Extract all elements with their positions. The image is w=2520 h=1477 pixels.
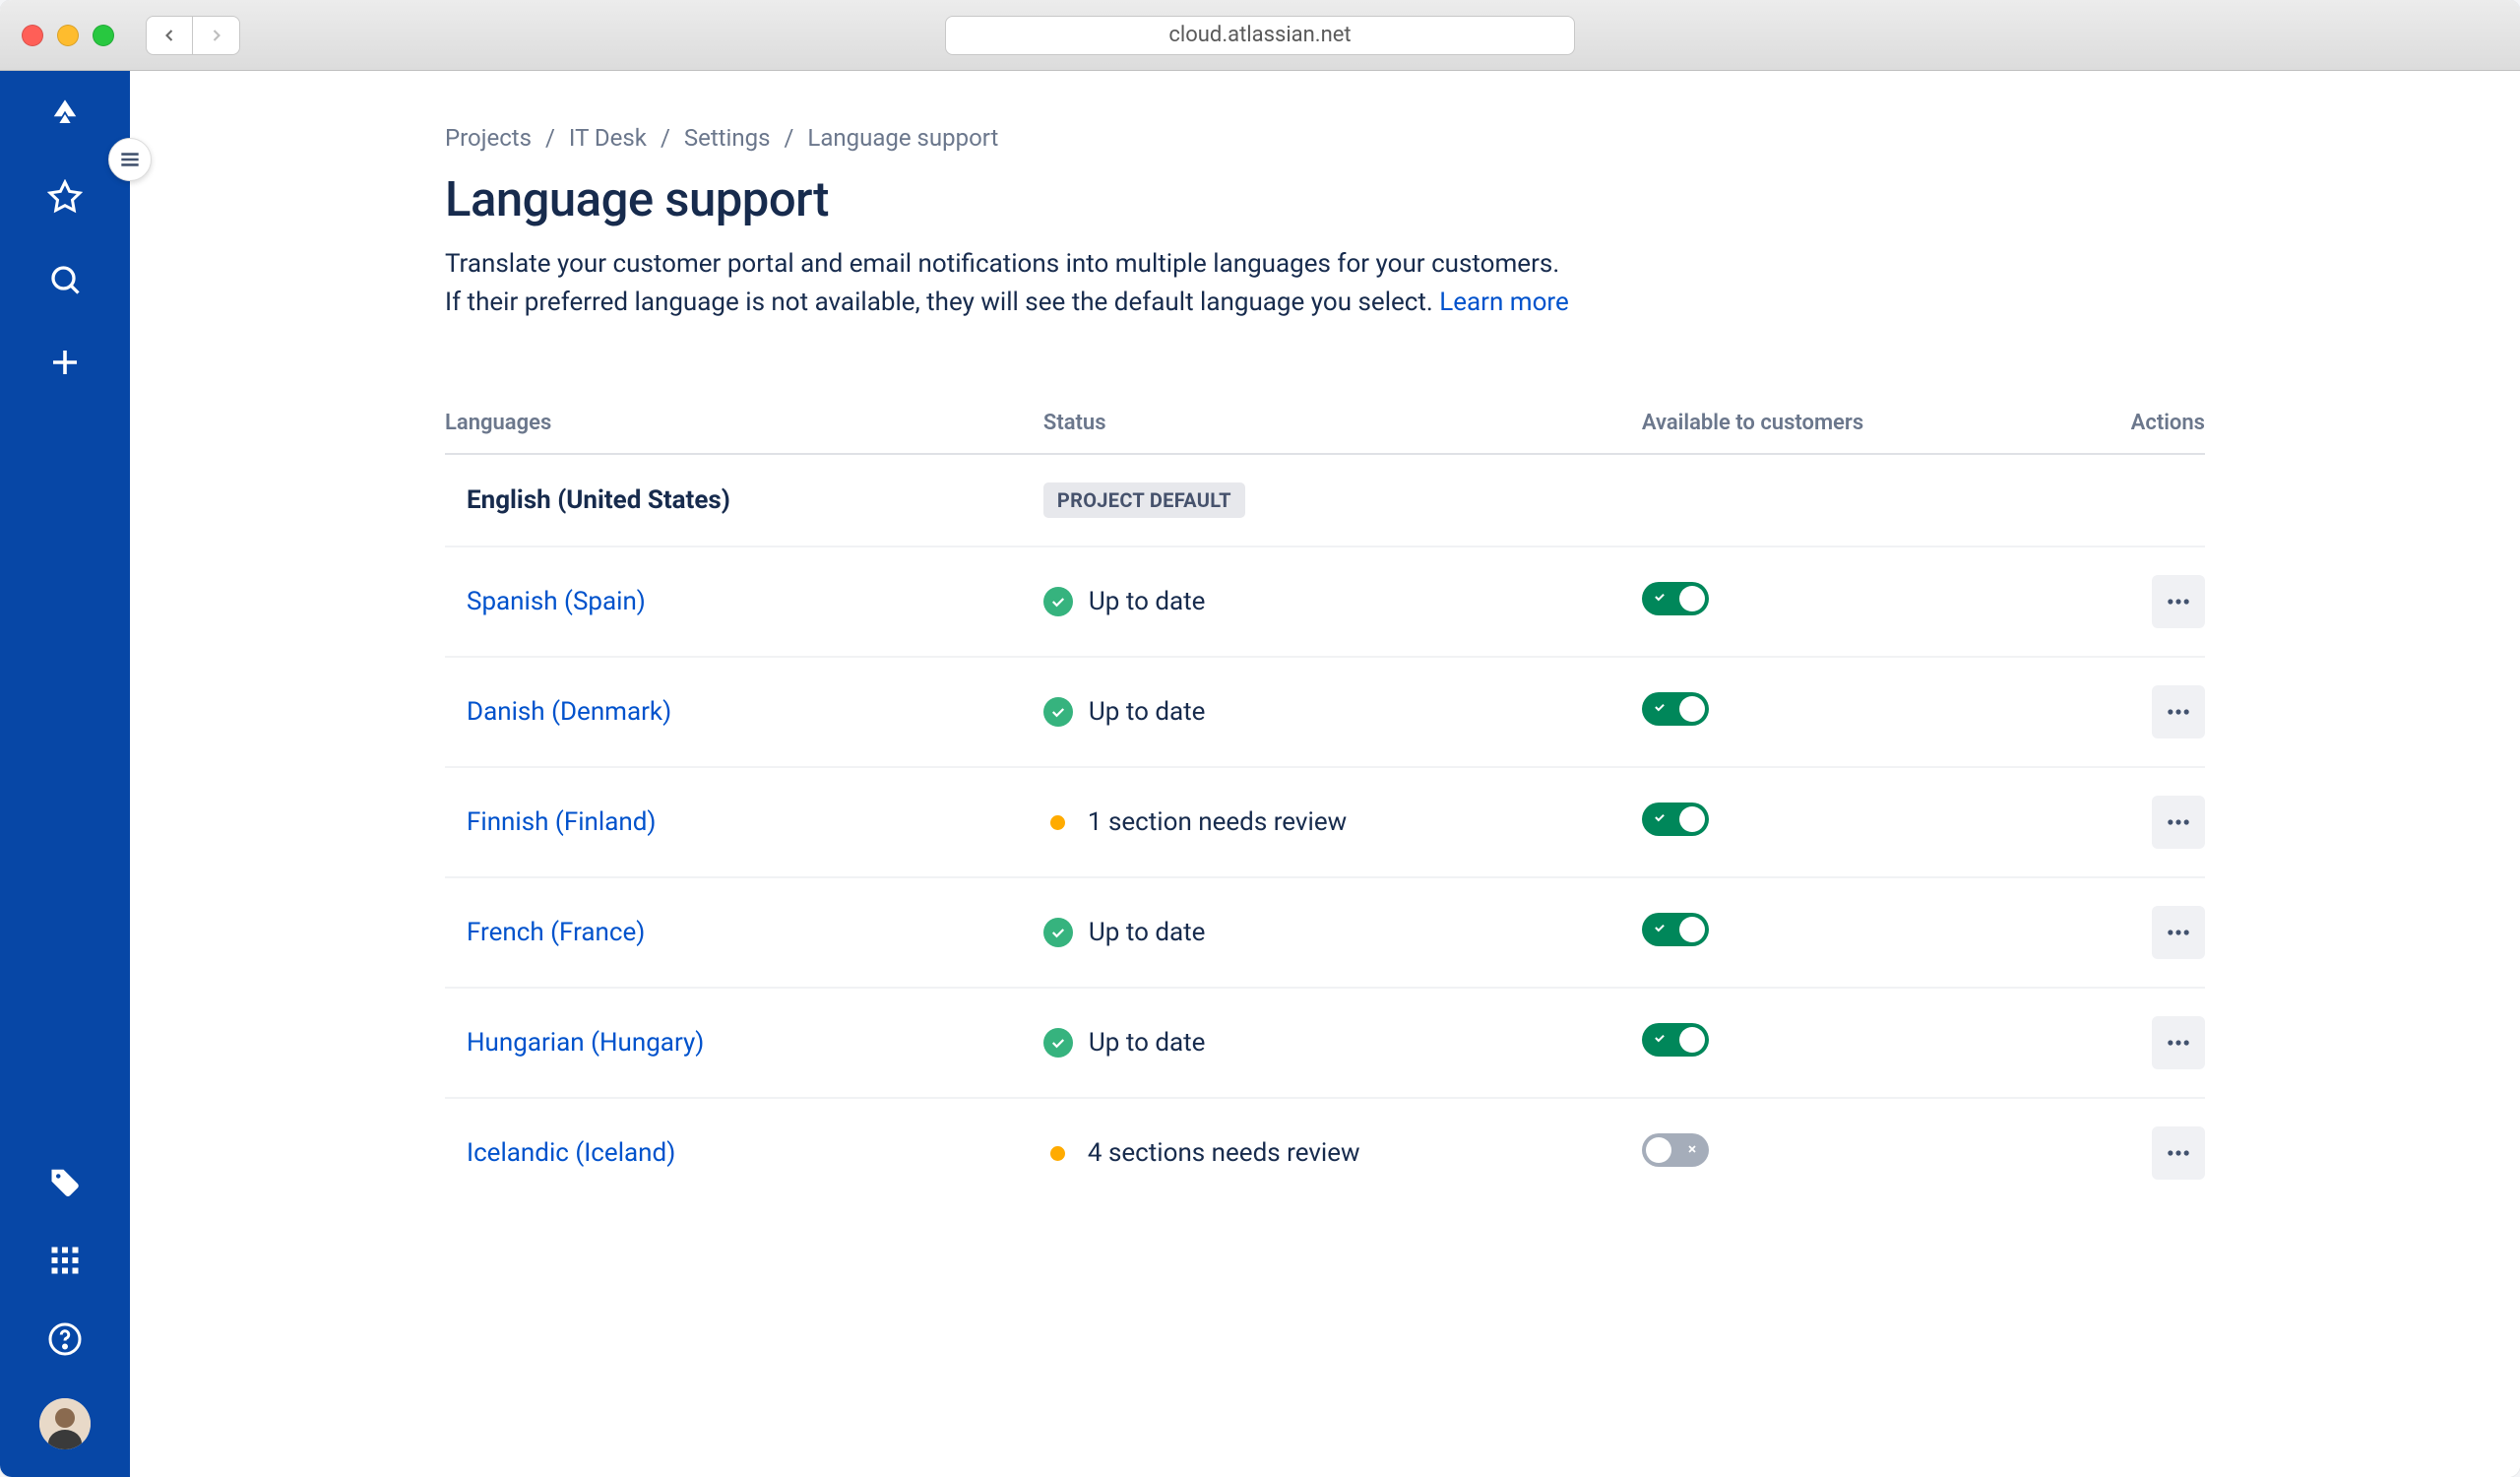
- url-text: cloud.atlassian.net: [1168, 23, 1351, 47]
- breadcrumb-link[interactable]: Projects: [445, 124, 532, 152]
- language-link[interactable]: Finnish (Finland): [445, 807, 656, 837]
- table-row: Danish (Denmark) Up to date: [445, 657, 2205, 767]
- minimize-window-button[interactable]: [57, 25, 79, 46]
- description-text: Translate your customer portal and email…: [445, 249, 1559, 279]
- table-row: French (France) Up to date: [445, 877, 2205, 988]
- language-link[interactable]: Hungarian (Hungary): [445, 1028, 704, 1058]
- breadcrumb-link[interactable]: Settings: [684, 124, 771, 152]
- table-row: Spanish (Spain) Up to date: [445, 546, 2205, 657]
- apps-grid-icon[interactable]: [45, 1241, 85, 1280]
- more-actions-button[interactable]: [2152, 575, 2205, 628]
- column-header-languages: Languages: [445, 411, 1043, 454]
- description-text: If their preferred language is not avail…: [445, 288, 1439, 317]
- sidebar-toggle-button[interactable]: [108, 138, 152, 181]
- app-body: Projects / IT Desk / Settings / Language…: [0, 71, 2520, 1477]
- product-logo-icon[interactable]: [45, 95, 85, 134]
- table-row: Hungarian (Hungary) Up to date: [445, 988, 2205, 1098]
- warning-dot-icon: [1050, 815, 1065, 830]
- language-link[interactable]: Icelandic (Iceland): [445, 1138, 675, 1168]
- availability-toggle[interactable]: [1642, 913, 1709, 946]
- status-text: Up to date: [1089, 587, 1206, 616]
- nav-buttons: [146, 16, 240, 55]
- back-button[interactable]: [146, 16, 193, 55]
- availability-toggle[interactable]: [1642, 803, 1709, 836]
- forward-button[interactable]: [193, 16, 240, 55]
- page-title: Language support: [445, 171, 2205, 227]
- column-header-available: Available to customers: [1642, 411, 2029, 454]
- column-header-actions: Actions: [2029, 411, 2205, 454]
- check-circle-icon: [1043, 587, 1073, 616]
- breadcrumb: Projects / IT Desk / Settings / Language…: [445, 124, 2205, 152]
- close-window-button[interactable]: [22, 25, 43, 46]
- status-text: Up to date: [1089, 918, 1206, 947]
- breadcrumb-current: Language support: [807, 124, 998, 152]
- help-icon[interactable]: [45, 1319, 85, 1359]
- browser-titlebar: cloud.atlassian.net: [0, 0, 2520, 71]
- more-actions-button[interactable]: [2152, 1126, 2205, 1180]
- check-circle-icon: [1043, 918, 1073, 947]
- warning-dot-icon: [1050, 1146, 1065, 1161]
- more-actions-button[interactable]: [2152, 1016, 2205, 1069]
- browser-window: cloud.atlassian.net: [0, 0, 2520, 1477]
- availability-toggle[interactable]: [1642, 692, 1709, 726]
- availability-toggle[interactable]: [1642, 1133, 1709, 1167]
- language-link[interactable]: Danish (Denmark): [445, 697, 671, 727]
- tag-icon[interactable]: [45, 1162, 85, 1201]
- status-text: Up to date: [1089, 697, 1206, 727]
- languages-table: Languages Status Available to customers …: [445, 411, 2205, 1207]
- breadcrumb-link[interactable]: IT Desk: [569, 124, 647, 152]
- project-default-badge: PROJECT DEFAULT: [1043, 482, 1245, 518]
- table-row-default: English (United States) PROJECT DEFAULT: [445, 454, 2205, 546]
- check-circle-icon: [1043, 697, 1073, 727]
- status-text: 1 section needs review: [1088, 807, 1347, 837]
- global-sidebar: [0, 71, 130, 1477]
- column-header-status: Status: [1043, 411, 1642, 454]
- availability-toggle[interactable]: [1642, 582, 1709, 615]
- language-link[interactable]: Spanish (Spain): [445, 587, 646, 616]
- learn-more-link[interactable]: Learn more: [1439, 288, 1569, 317]
- table-row: Finnish (Finland) 1 section needs review: [445, 767, 2205, 877]
- breadcrumb-separator: /: [661, 124, 670, 152]
- default-language-label: English (United States): [445, 485, 730, 515]
- breadcrumb-separator: /: [784, 124, 793, 152]
- breadcrumb-separator: /: [545, 124, 555, 152]
- table-row: Icelandic (Iceland) 4 sections needs revi…: [445, 1098, 2205, 1207]
- page-description: Translate your customer portal and email…: [445, 245, 2205, 322]
- more-actions-button[interactable]: [2152, 796, 2205, 849]
- more-actions-button[interactable]: [2152, 685, 2205, 738]
- avatar[interactable]: [39, 1398, 91, 1449]
- url-bar[interactable]: cloud.atlassian.net: [945, 16, 1575, 55]
- availability-toggle[interactable]: [1642, 1023, 1709, 1057]
- status-text: Up to date: [1089, 1028, 1206, 1058]
- language-link[interactable]: French (France): [445, 918, 645, 947]
- window-controls: [22, 25, 114, 46]
- maximize-window-button[interactable]: [93, 25, 114, 46]
- search-icon[interactable]: [45, 260, 85, 299]
- star-icon[interactable]: [45, 177, 85, 217]
- main-content: Projects / IT Desk / Settings / Language…: [130, 71, 2520, 1477]
- status-text: 4 sections needs review: [1088, 1138, 1360, 1168]
- more-actions-button[interactable]: [2152, 906, 2205, 959]
- create-icon[interactable]: [45, 343, 85, 382]
- check-circle-icon: [1043, 1028, 1073, 1058]
